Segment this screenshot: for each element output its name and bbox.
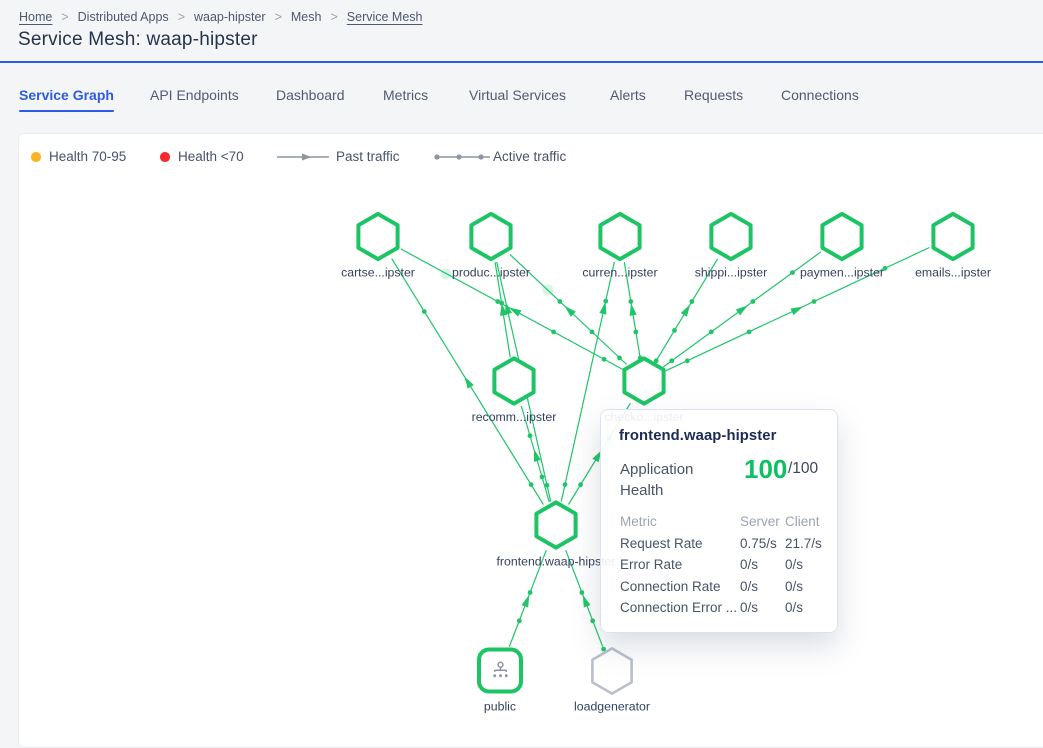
svg-text:paymen...ipster: paymen...ipster bbox=[800, 266, 884, 280]
svg-text:frontend.waap-hipster: frontend.waap-hipster bbox=[497, 555, 616, 569]
svg-text:recomm...ipster: recomm...ipster bbox=[472, 410, 557, 424]
svg-text:emails...ipster: emails...ipster bbox=[915, 266, 991, 280]
svg-text:shippi...ipster: shippi...ipster bbox=[695, 266, 767, 280]
svg-text:curren...ipster: curren...ipster bbox=[582, 266, 657, 280]
svg-text:produc...ipster: produc...ipster bbox=[452, 266, 530, 280]
svg-text:public: public bbox=[484, 700, 516, 714]
svg-text:cartse...ipster: cartse...ipster bbox=[341, 266, 415, 280]
svg-text:loadgenerator: loadgenerator bbox=[574, 700, 650, 714]
